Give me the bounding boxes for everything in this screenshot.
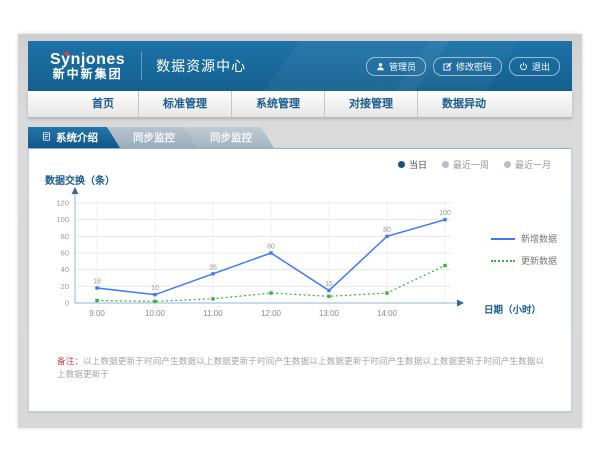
tab-bar: 系统介绍 同步监控 同步监控: [28, 127, 274, 148]
user-toolbar: 管理员 修改密码 退出: [366, 57, 560, 76]
filter-last-month-label: 最近一月: [515, 158, 551, 171]
svg-text:12:00: 12:00: [261, 309, 282, 318]
legend-item-new-data[interactable]: 新增数据: [491, 232, 557, 245]
filter-last-week[interactable]: 最近一周: [442, 158, 489, 171]
svg-text:35: 35: [209, 264, 217, 271]
svg-text:100: 100: [439, 210, 451, 217]
nav-item-standard-mgmt[interactable]: 标准管理: [138, 91, 231, 117]
legend-item-updated-data-label: 更新数据: [521, 254, 557, 267]
nav-item-interface-mgmt[interactable]: 对接管理: [324, 91, 417, 117]
content-panel: 当日 最近一周 最近一月 数据交换（条） 0204060801001209:00…: [28, 148, 572, 412]
footnote-text: 以上数据更新于时间产生数据以上数据更新于时间产生数据以上数据更新于时间产生数据以…: [57, 356, 544, 379]
chart-legend: 新增数据 更新数据: [491, 232, 557, 276]
svg-text:15: 15: [325, 281, 333, 288]
tab-sync-monitor-2-label: 同步监控: [210, 130, 252, 145]
tab-system-intro-label: 系统介绍: [56, 130, 98, 145]
user-icon: [376, 62, 385, 71]
svg-text:13:00: 13:00: [319, 309, 340, 318]
app-header: Synjones 新中新集团 数据资源中心 管理员 修改密码: [28, 41, 572, 91]
footnote: 备注：以上数据更新于时间产生数据以上数据更新于时间产生数据以上数据更新于时间产生…: [57, 355, 549, 381]
radio-dot-icon: [504, 161, 511, 168]
main-nav: 首页 标准管理 系统管理 对接管理 数据异动: [28, 91, 572, 117]
svg-text:14:00: 14:00: [377, 309, 398, 318]
time-range-filter: 当日 最近一周 最近一月: [398, 158, 551, 171]
legend-line-dotted-icon: [491, 260, 515, 262]
svg-text:120: 120: [56, 199, 69, 208]
tab-sync-monitor-1-label: 同步监控: [133, 130, 175, 145]
radio-dot-icon: [442, 161, 449, 168]
filter-last-month[interactable]: 最近一月: [504, 158, 551, 171]
logo: Synjones 新中新集团: [50, 51, 125, 82]
exchange-chart: 0 20 40 60 80 100 120 9:00 10:00 11:00 12:00 13:00 1…: [41, 185, 473, 323]
logo-wordmark: Synjones: [50, 51, 125, 69]
svg-text:60: 60: [61, 249, 69, 258]
edit-icon: [443, 62, 452, 71]
page-background: Synjones 新中新集团 数据资源中心 管理员 修改密码: [18, 34, 582, 428]
change-password-button[interactable]: 修改密码: [433, 57, 502, 76]
nav-item-home[interactable]: 首页: [68, 91, 138, 117]
svg-text:10:00: 10:00: [145, 309, 166, 318]
tab-sync-monitor-1[interactable]: 同步监控: [109, 127, 197, 148]
app-title: 数据资源中心: [156, 56, 246, 76]
svg-text:10: 10: [151, 285, 159, 292]
chart-x-axis-label: 日期（小时）: [484, 302, 541, 316]
logout-button-label: 退出: [532, 60, 550, 73]
filter-today-label: 当日: [409, 158, 427, 171]
power-icon: [519, 62, 528, 71]
svg-text:40: 40: [61, 265, 69, 274]
radio-dot-icon: [398, 161, 405, 168]
svg-text:80: 80: [61, 232, 69, 241]
svg-text:80: 80: [383, 227, 391, 234]
nav-item-system-mgmt[interactable]: 系统管理: [231, 91, 324, 117]
document-icon: [42, 132, 51, 144]
change-password-button-label: 修改密码: [456, 60, 492, 73]
logout-button[interactable]: 退出: [509, 57, 560, 76]
svg-text:60: 60: [267, 244, 275, 251]
svg-text:9:00: 9:00: [89, 309, 105, 318]
admin-button[interactable]: 管理员: [366, 57, 426, 76]
tab-system-intro[interactable]: 系统介绍: [28, 127, 120, 148]
tab-sync-monitor-2[interactable]: 同步监控: [186, 127, 274, 148]
filter-last-week-label: 最近一周: [453, 158, 489, 171]
filter-today[interactable]: 当日: [398, 158, 427, 171]
legend-line-solid-icon: [491, 238, 515, 240]
nav-item-data-change[interactable]: 数据异动: [417, 91, 510, 117]
legend-item-new-data-label: 新增数据: [521, 232, 557, 245]
svg-text:100: 100: [56, 215, 69, 224]
legend-item-updated-data[interactable]: 更新数据: [491, 254, 557, 267]
svg-text:11:00: 11:00: [203, 309, 223, 318]
svg-text:0: 0: [65, 299, 69, 308]
footnote-label: 备注：: [57, 356, 83, 366]
header-divider: [141, 52, 142, 80]
logo-subtitle: 新中新集团: [50, 68, 125, 81]
svg-text:18: 18: [93, 279, 101, 286]
admin-button-label: 管理员: [389, 60, 416, 73]
svg-text:20: 20: [61, 282, 69, 291]
